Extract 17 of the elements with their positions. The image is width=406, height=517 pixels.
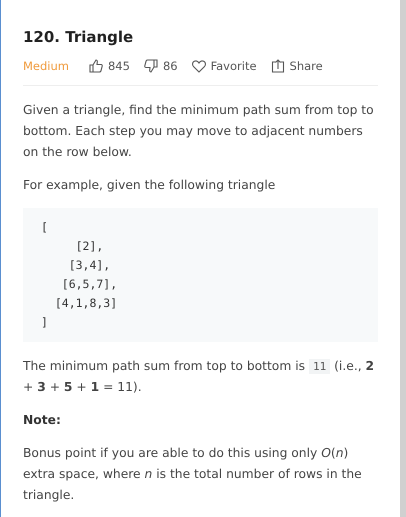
inline-code: 11 <box>308 359 330 374</box>
favorite-button[interactable]: Favorite <box>192 59 257 73</box>
note-heading: Note: <box>23 412 62 429</box>
like-button[interactable]: 845 <box>88 59 130 73</box>
thumbs-down-icon <box>144 59 158 73</box>
thumbs-up-icon <box>88 59 103 73</box>
difficulty-label: Medium <box>23 59 69 73</box>
share-button[interactable]: Share <box>270 59 323 73</box>
example-intro: For example, given the following triangle <box>23 177 276 194</box>
note-text: Bonus point if you are able to do this using only O(n) extra space, where n is the total number of rows in the triangle. <box>23 445 363 504</box>
heart-icon <box>192 60 206 72</box>
code-block: [ [2], [3,4], [6,5,7], [4,1,8,3] ] <box>23 208 378 342</box>
description-text: Given a triangle, find the minimum path sum from top to bottom. Each step you may move to adjacent numbers on the row below. <box>23 102 375 161</box>
dislike-button[interactable]: 86 <box>144 59 178 73</box>
result-text: The minimum path sum from top to bottom is 11 (i.e., 2 + 3 + 5 + 1 = 11). <box>23 358 376 396</box>
share-icon <box>270 59 285 73</box>
problem-title: 120. Triangle <box>23 28 134 46</box>
